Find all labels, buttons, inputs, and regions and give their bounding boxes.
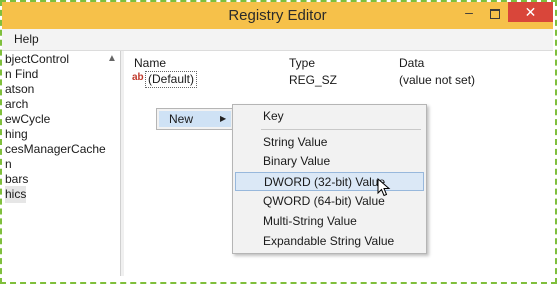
registry-tree[interactable]: bjectControl n Find atson arch ewCycle h…	[2, 51, 121, 276]
maximize-button[interactable]	[485, 6, 505, 22]
menu-separator	[261, 129, 421, 130]
submenu-item-label: Binary Value	[263, 154, 331, 168]
value-type: REG_SZ	[289, 73, 338, 87]
menu-bar: Help	[2, 29, 553, 51]
title-bar[interactable]: Registry Editor – ✕	[2, 2, 553, 29]
submenu-item-qword-value[interactable]: QWORD (64-bit) Value	[235, 192, 424, 211]
menu-help[interactable]: Help	[14, 29, 39, 50]
submenu-item-dword-value[interactable]: DWORD (32-bit) Value	[235, 172, 424, 191]
maximize-icon	[490, 9, 500, 19]
value-data: (value not set)	[399, 73, 476, 87]
submenu-item-label: String Value	[263, 135, 328, 149]
column-header-name[interactable]: Name	[134, 55, 166, 71]
new-submenu: Key String Value Binary Value DWORD (32-…	[232, 104, 427, 254]
submenu-item-key[interactable]: Key	[235, 107, 424, 126]
close-button[interactable]: ✕	[508, 2, 553, 22]
value-name[interactable]: (Default)	[145, 71, 198, 88]
submenu-item-label: QWORD (64-bit) Value	[263, 194, 385, 208]
tree-item[interactable]: cesManagerCache	[5, 141, 106, 158]
tree-item-selected[interactable]: hics	[5, 186, 27, 203]
submenu-item-multi-string-value[interactable]: Multi-String Value	[235, 212, 424, 231]
submenu-item-label: Multi-String Value	[263, 214, 357, 228]
context-menu: New ▶	[156, 108, 234, 130]
column-header-data[interactable]: Data	[399, 55, 424, 71]
menu-item-new[interactable]: New ▶	[159, 111, 231, 127]
string-value-icon: ab	[132, 72, 144, 83]
menu-item-new-label: New	[169, 112, 194, 126]
submenu-item-label: Expandable String Value	[263, 234, 395, 248]
mouse-pointer-icon	[377, 178, 391, 197]
pane-splitter[interactable]	[121, 51, 124, 276]
scroll-up-icon[interactable]: ▲	[107, 53, 117, 64]
submenu-item-label: Key	[263, 109, 284, 123]
submenu-arrow-icon: ▶	[220, 114, 227, 123]
submenu-item-label: DWORD (32-bit) Value	[264, 175, 386, 189]
submenu-item-expandable-string-value[interactable]: Expandable String Value	[235, 232, 424, 251]
submenu-item-binary-value[interactable]: Binary Value	[235, 152, 424, 171]
submenu-item-string-value[interactable]: String Value	[235, 133, 424, 152]
minimize-button[interactable]: –	[459, 5, 479, 22]
column-header-type[interactable]: Type	[289, 55, 315, 71]
